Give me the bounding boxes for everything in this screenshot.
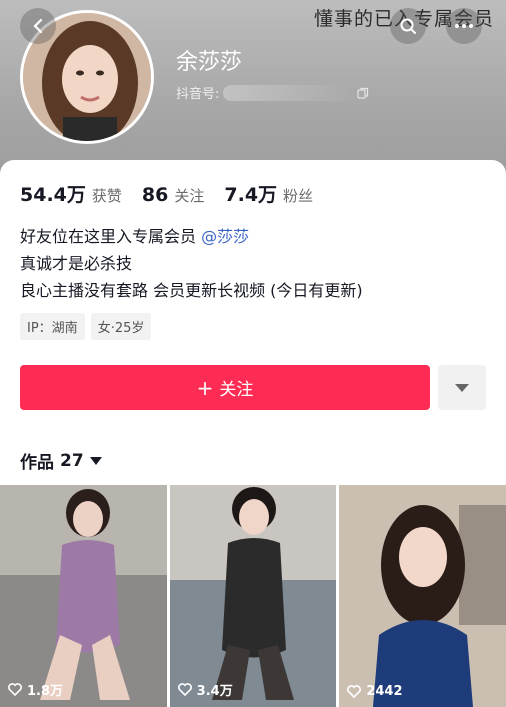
stat-value: 54.4万: [20, 184, 86, 206]
heart-icon: [177, 683, 192, 696]
chevron-left-icon: [33, 18, 43, 34]
search-icon: [400, 18, 416, 34]
likes-count: 1.8万: [27, 684, 64, 699]
video-likes: 3.4万: [177, 680, 233, 699]
video-grid: 1.8万 3.4万 2442: [0, 485, 506, 707]
stat-likes[interactable]: 54.4万 获赞: [20, 180, 122, 207]
stat-followers[interactable]: 7.4万 粉丝: [224, 180, 313, 207]
gender-age-tag: 女·25岁: [90, 313, 152, 340]
stat-label: 获赞: [91, 187, 122, 205]
bio: 好友位在这里入专属会员 @莎莎 真诚才是必杀技 良心主播没有套路 会员更新长视频…: [20, 223, 363, 304]
douyin-id-redacted: [223, 84, 354, 101]
follow-options-button[interactable]: [438, 365, 486, 410]
works-tab[interactable]: 作品 27: [20, 448, 102, 473]
heart-icon: [347, 685, 362, 698]
ip-location-tag: IP：湖南: [20, 313, 85, 340]
more-dots-icon: [455, 24, 473, 28]
heart-icon: [8, 683, 22, 696]
search-button[interactable]: [390, 8, 426, 44]
likes-count: 2442: [366, 684, 403, 699]
stat-value: 7.4万: [224, 184, 278, 206]
video-thumbnail[interactable]: 3.4万: [169, 485, 337, 707]
caret-down-icon: [89, 456, 102, 465]
more-button[interactable]: [446, 8, 482, 44]
follow-button[interactable]: + 关注: [20, 365, 430, 410]
stats-row: 54.4万 获赞 86 关注 7.4万 粉丝: [20, 180, 333, 207]
profile-name: 余莎莎: [176, 50, 243, 75]
douyin-id-row: 抖音号:: [176, 83, 369, 102]
bio-line-2: 真诚才是必杀技: [20, 254, 133, 273]
video-thumbnail[interactable]: 2442: [339, 485, 506, 707]
stat-label: 粉丝: [283, 187, 314, 205]
follow-button-label: 关注: [219, 380, 254, 400]
works-count: 27: [60, 450, 84, 471]
thumbnail-image: [169, 485, 337, 707]
stat-label: 关注: [174, 187, 205, 205]
video-likes: 1.8万: [8, 680, 63, 699]
plus-icon: +: [196, 375, 214, 400]
video-thumbnail[interactable]: 1.8万: [0, 485, 167, 707]
stat-value: 86: [141, 184, 169, 206]
back-button[interactable]: [20, 8, 56, 44]
thumbnail-image: [0, 485, 167, 707]
copy-icon[interactable]: [357, 87, 369, 99]
douyin-id-label: 抖音号:: [176, 87, 220, 102]
works-label: 作品: [20, 453, 54, 473]
profile-header: 懂事的已入专属会员 余莎莎 抖音号:: [0, 0, 506, 175]
bio-line-1: 好友位在这里入专属会员 @莎莎: [20, 223, 363, 250]
profile-tags: IP：湖南 女·25岁: [20, 313, 152, 340]
stat-following[interactable]: 86 关注: [142, 184, 204, 206]
thumbnail-image: [339, 485, 506, 707]
video-likes: 2442: [347, 684, 403, 699]
bio-text: 好友位在这里入专属会员: [20, 227, 202, 246]
likes-count: 3.4万: [196, 684, 233, 699]
caret-down-icon: [455, 383, 469, 392]
profile-card: 54.4万 获赞 86 关注 7.4万 粉丝 好友位在这里入专属会员 @莎莎 真…: [0, 160, 506, 707]
bio-line-3: 良心主播没有套路 会员更新长视频 (今日有更新): [20, 281, 363, 300]
bio-mention-link[interactable]: @莎莎: [201, 227, 249, 246]
